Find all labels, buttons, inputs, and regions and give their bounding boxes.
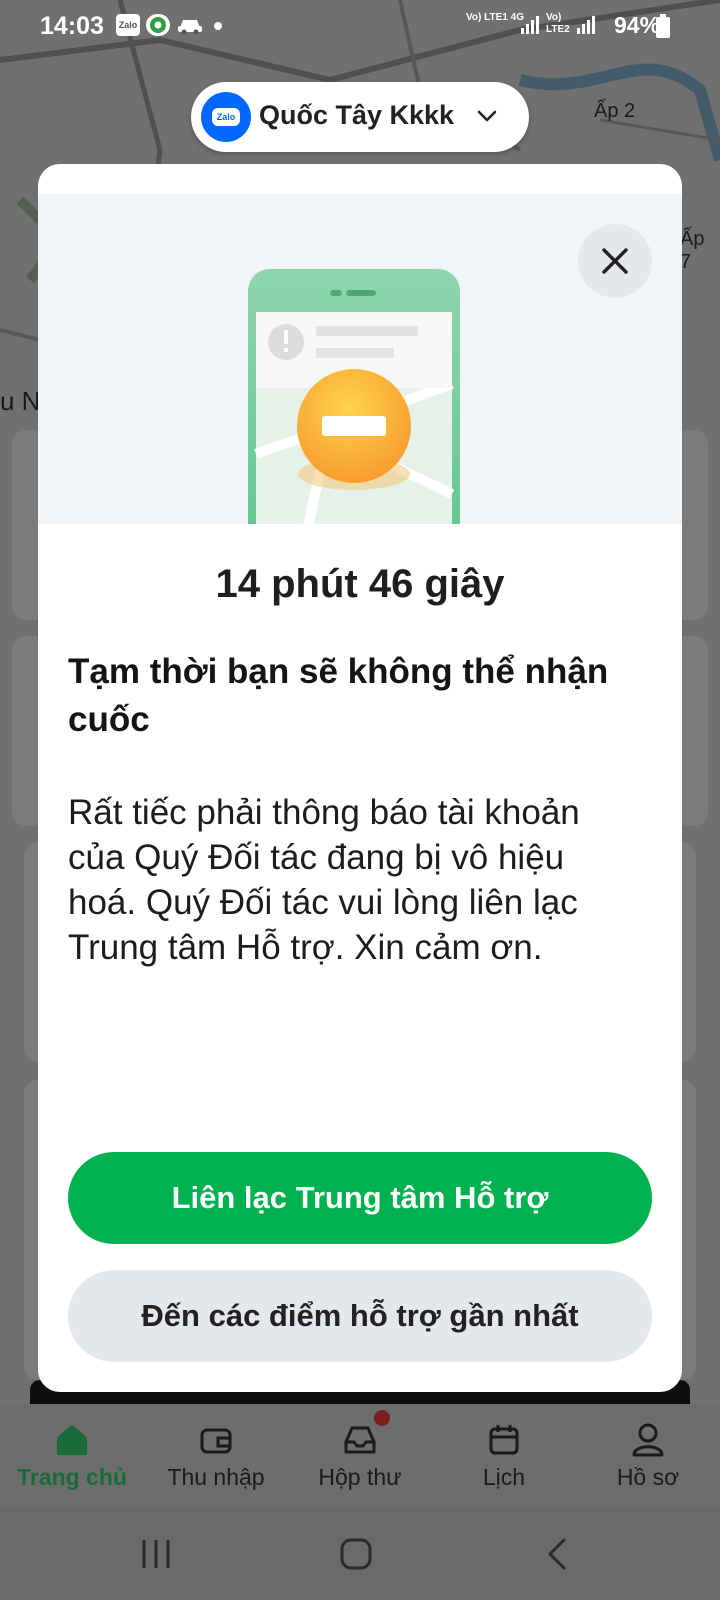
nearest-support-points-button[interactable]: Đến các điểm hỗ trợ gần nhất: [68, 1270, 652, 1362]
signal-1-icon: [520, 14, 542, 41]
close-button[interactable]: [578, 224, 652, 298]
zalo-notification-icon: Zalo: [116, 14, 140, 36]
account-selector[interactable]: Zalo Quốc Tây Kkkk: [191, 82, 529, 152]
chevron-down-icon: [477, 110, 497, 122]
nav-item-inbox[interactable]: Hộp thư: [288, 1404, 432, 1508]
battery-icon: [656, 14, 670, 43]
back-button[interactable]: [536, 1532, 580, 1576]
account-name: Quốc Tây Kkkk: [259, 100, 455, 130]
nav-item-calendar[interactable]: Lịch: [432, 1404, 576, 1508]
nav-label-home: Trang chủ: [17, 1464, 127, 1490]
status-bar: 14:03 Zalo Vo) LTE1 4G Vo) LTE2 94%: [0, 0, 720, 52]
wallet-icon: [200, 1428, 232, 1454]
status-time: 14:03: [40, 12, 104, 40]
nav-item-income[interactable]: Thu nhập: [144, 1404, 288, 1508]
inbox-icon: [344, 1426, 376, 1454]
home-icon: [57, 1425, 87, 1455]
nav-label-income: Thu nhập: [167, 1464, 265, 1490]
battery-percentage: 94%: [614, 12, 661, 38]
zalo-logo-icon: Zalo: [201, 92, 251, 142]
profile-icon: [632, 1423, 664, 1457]
signal-2-icon: [576, 14, 598, 41]
close-icon: [602, 248, 628, 274]
nav-item-home[interactable]: Trang chủ: [0, 1404, 144, 1508]
calendar-icon: [489, 1425, 519, 1455]
car-icon: [176, 14, 204, 41]
recent-apps-button[interactable]: [134, 1532, 178, 1576]
zalo-logo-text: Zalo: [212, 108, 240, 126]
home-button-icon: [340, 1538, 372, 1570]
contact-support-button[interactable]: Liên lạc Trung tâm Hỗ trợ: [68, 1152, 652, 1244]
recent-apps-icon: [142, 1540, 170, 1568]
bottom-navigation: Trang chủ Thu nhập Hộp thư Lịch Hồ sơ: [0, 1404, 720, 1508]
account-disabled-dialog: 14 phút 46 giây Tạm thời bạn sẽ không th…: [38, 164, 682, 1392]
network-2-icon: Vo) LTE2: [546, 12, 570, 35]
more-notifications-dot-icon: [214, 22, 222, 30]
dialog-title: Tạm thời bạn sẽ không thể nhận cuốc: [68, 652, 609, 739]
nav-item-profile[interactable]: Hồ sơ: [576, 1404, 720, 1508]
nav-label-inbox: Hộp thư: [318, 1464, 402, 1490]
inbox-badge-dot: [374, 1410, 390, 1426]
app-notification-icon: [146, 14, 170, 36]
home-system-button[interactable]: [334, 1532, 378, 1576]
network-1-icon: Vo) LTE1 4G: [466, 12, 524, 23]
back-icon: [548, 1538, 566, 1570]
countdown-timer: 14 phút 46 giây: [215, 562, 505, 606]
nav-label-calendar: Lịch: [482, 1464, 526, 1490]
system-navigation-bar: [0, 1508, 720, 1600]
dialog-message: Rất tiếc phải thông báo tài khoản của Qu…: [68, 793, 580, 967]
nav-label-profile: Hồ sơ: [616, 1464, 680, 1490]
